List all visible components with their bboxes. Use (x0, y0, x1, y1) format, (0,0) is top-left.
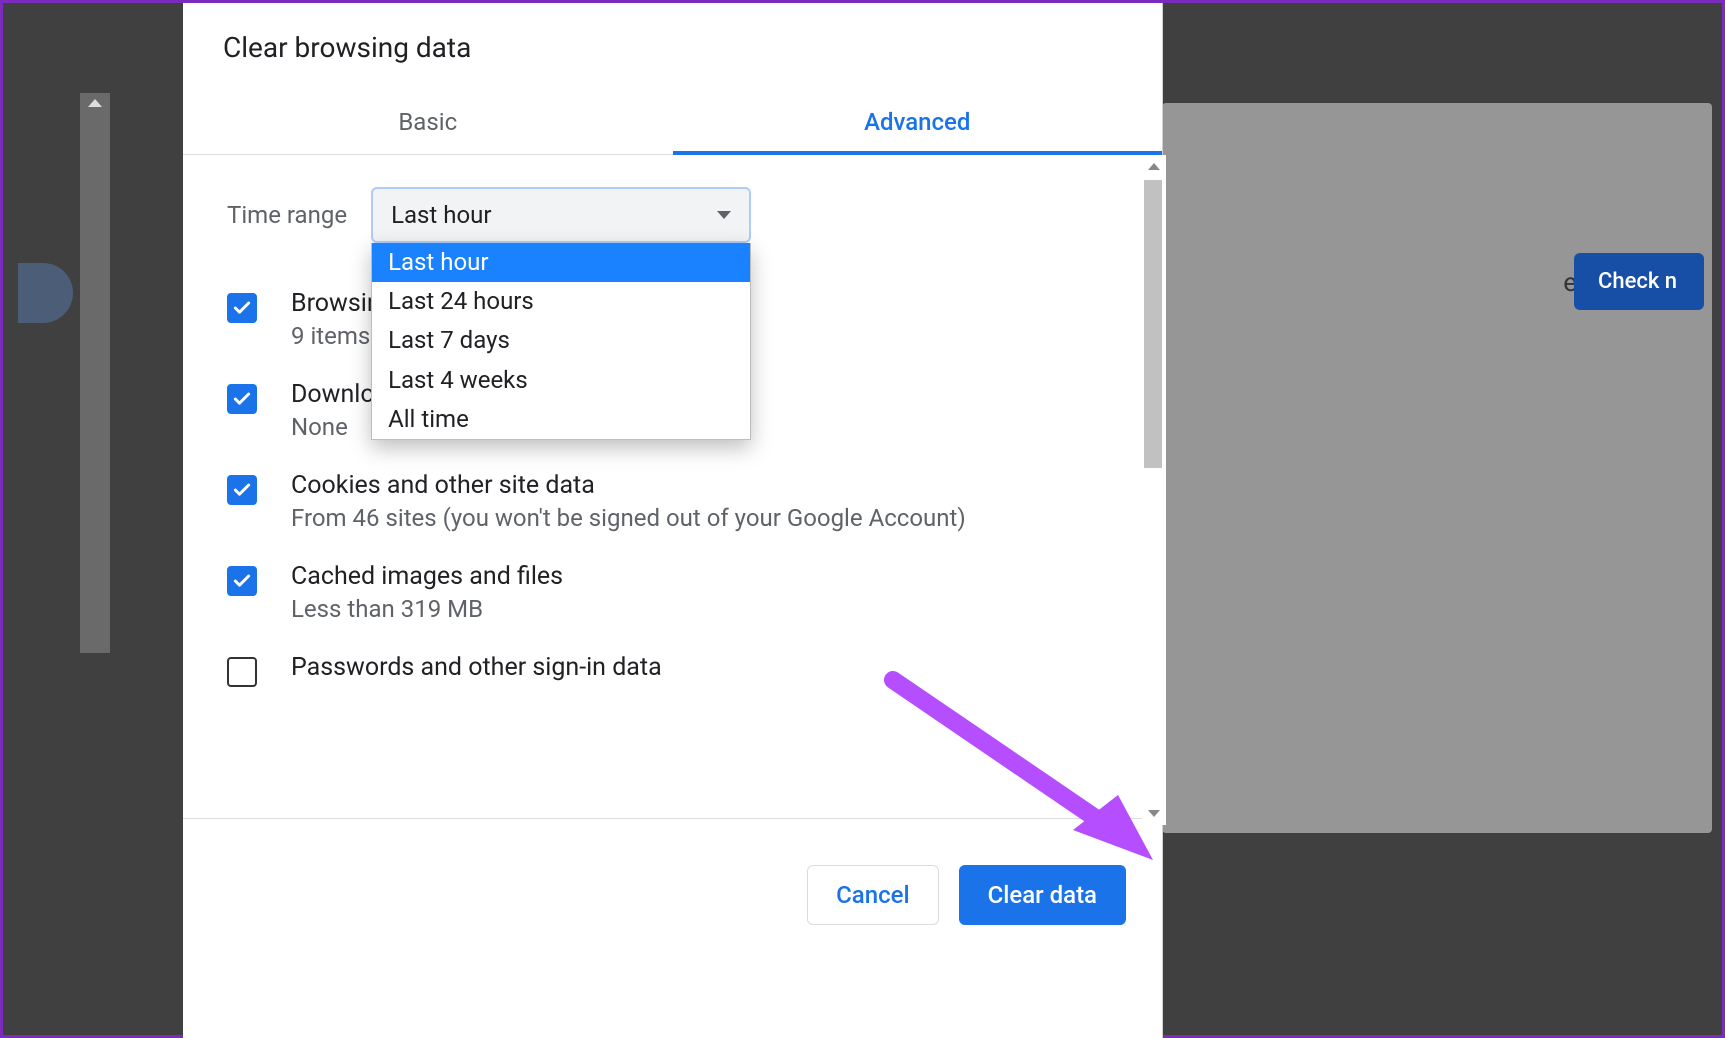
check-icon (232, 571, 252, 591)
time-range-menu: Last hour Last 24 hours Last 7 days Last… (371, 243, 751, 440)
bg-panel (1162, 103, 1712, 833)
cancel-button[interactable]: Cancel (807, 865, 938, 925)
checkbox-browsing-history[interactable] (227, 293, 257, 323)
chevron-down-icon (717, 211, 731, 219)
data-type-title: Cached images and files (291, 562, 563, 591)
check-icon (232, 389, 252, 409)
time-range-dropdown[interactable]: Last hour Last hour Last 24 hours Last 7… (371, 187, 751, 243)
time-range-value: Last hour (391, 201, 491, 229)
checkbox-download-history[interactable] (227, 384, 257, 414)
tab-advanced[interactable]: Advanced (673, 88, 1163, 154)
time-range-label: Time range (227, 201, 347, 229)
clear-browsing-data-dialog: Clear browsing data Basic Advanced Time … (183, 3, 1163, 1038)
check-icon (232, 480, 252, 500)
dialog-scrollbar[interactable] (1142, 155, 1166, 825)
tabs: Basic Advanced (183, 88, 1162, 155)
data-type-subtitle: Less than 319 MB (291, 595, 563, 623)
time-range-option[interactable]: Last 7 days (372, 321, 750, 360)
dialog-body: Time range Last hour Last hour Last 24 h… (183, 155, 1162, 818)
bg-scrollbar (80, 93, 110, 653)
time-range-option[interactable]: Last hour (372, 243, 750, 282)
time-range-option[interactable]: All time (372, 400, 750, 439)
checkbox-cached[interactable] (227, 566, 257, 596)
bg-check-button: Check n (1574, 253, 1704, 310)
data-type-row: Cached images and files Less than 319 MB (227, 562, 1132, 623)
checkbox-passwords[interactable] (227, 657, 257, 687)
data-type-row: Passwords and other sign-in data (227, 653, 1132, 687)
time-range-option[interactable]: Last 24 hours (372, 282, 750, 321)
time-range-select[interactable]: Last hour (371, 187, 751, 243)
tab-basic[interactable]: Basic (183, 88, 673, 154)
data-type-row: Cookies and other site data From 46 site… (227, 471, 1132, 532)
data-type-title: Passwords and other sign-in data (291, 653, 662, 682)
dialog-footer: Cancel Clear data (183, 818, 1162, 1038)
check-icon (232, 298, 252, 318)
dialog-title: Clear browsing data (183, 3, 1162, 74)
bg-sidebar-pill (18, 263, 73, 323)
clear-data-button[interactable]: Clear data (959, 865, 1126, 925)
time-range-option[interactable]: Last 4 weeks (372, 361, 750, 400)
checkbox-cookies[interactable] (227, 475, 257, 505)
data-type-subtitle: From 46 sites (you won't be signed out o… (291, 504, 966, 532)
data-type-title: Cookies and other site data (291, 471, 966, 500)
